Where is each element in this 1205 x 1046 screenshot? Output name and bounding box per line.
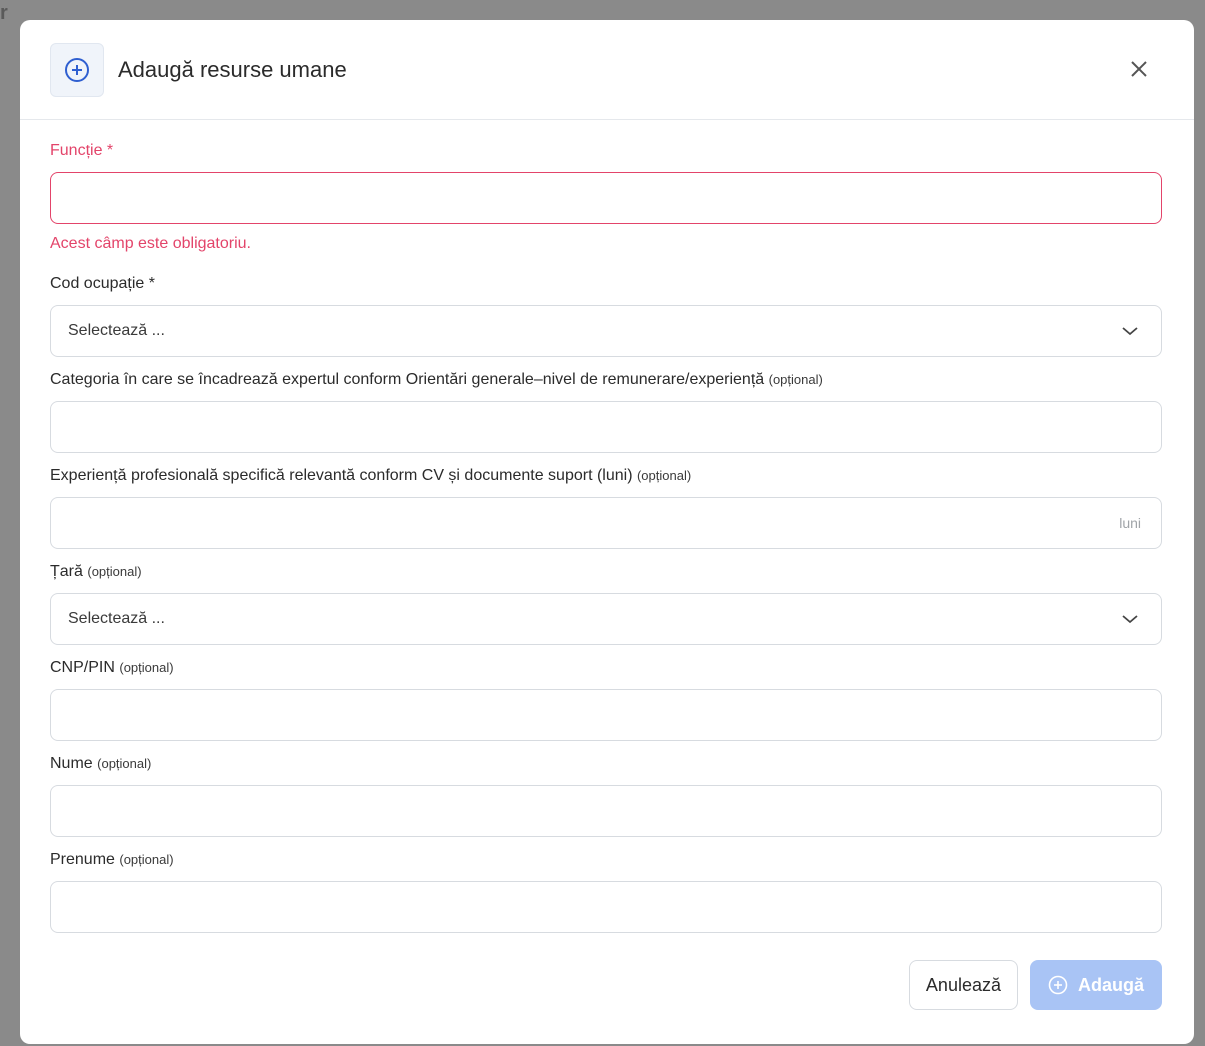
experienta-label-text: Experiență profesională specifică releva… [50,467,633,484]
functie-input[interactable] [50,172,1162,224]
field-categoria: Categoria în care se încadrează expertul… [50,371,1162,453]
cnp-input[interactable] [50,689,1162,741]
cod-ocupatie-value: Selectează ... [68,322,165,339]
functie-label: Funcție * [50,142,114,159]
prenume-input[interactable] [50,881,1162,933]
functie-error-message: Acest câmp este obligatoriu. [50,235,251,252]
categoria-label-text: Categoria în care se încadrează expertul… [50,371,765,388]
field-cnp: CNP/PIN (opțional) [50,659,1162,741]
cancel-button[interactable]: Anulează [908,960,1018,1010]
nume-label-text: Nume [50,755,93,772]
nume-input[interactable] [50,785,1162,837]
add-button[interactable]: Adaugă [1029,960,1162,1010]
prenume-label: Prenume (opțional) [50,851,1162,869]
backdrop-text: r [0,2,8,24]
modal-footer: Anulează Adaugă [908,960,1162,1010]
chevron-down-icon [1122,615,1138,624]
tara-value: Selectează ... [68,610,165,627]
field-experienta: Experiență profesională specifică releva… [50,467,1162,549]
chevron-down-icon [1122,327,1138,336]
modal-title: Adaugă resurse umane [118,56,347,82]
field-nume: Nume (opțional) [50,755,1162,837]
modal-header: Adaugă resurse umane [20,20,1194,120]
nume-optional: (opțional) [97,756,152,771]
cod-ocupatie-select[interactable]: Selectează ... [50,305,1162,357]
modal-body: Funcție * Acest câmp este obligatoriu. C… [20,120,1194,933]
header-icon-box [50,42,104,97]
plus-circle-icon [1048,975,1068,995]
cod-ocupatie-label: Cod ocupație * [50,275,155,292]
close-icon[interactable] [1128,58,1150,80]
experienta-unit-suffix: luni [1119,515,1141,531]
tara-label: Țară (opțional) [50,563,1162,581]
plus-circle-icon [65,57,89,82]
experienta-optional: (opțional) [636,468,692,483]
categoria-input[interactable] [50,401,1162,453]
add-human-resources-modal: Adaugă resurse umane Funcție * Acest câm… [20,20,1194,1044]
cnp-label: CNP/PIN (opțional) [50,659,1162,677]
nume-label: Nume (opțional) [50,755,1162,773]
cnp-optional: (opțional) [119,660,174,675]
categoria-label: Categoria în care se încadrează expertul… [50,371,1162,389]
tara-label-text: Țară [50,563,83,580]
cnp-label-text: CNP/PIN [50,659,115,676]
tara-select[interactable]: Selectează ... [50,593,1162,645]
tara-optional: (opțional) [87,564,142,579]
prenume-label-text: Prenume [50,851,115,868]
experienta-label: Experiență profesională specifică releva… [50,467,1162,485]
field-tara: Țară (opțional) Selectează ... [50,563,1162,645]
experienta-input[interactable]: luni [50,497,1162,549]
add-button-label: Adaugă [1077,974,1144,995]
field-functie: Funcție * Acest câmp este obligatoriu. [50,142,1162,253]
categoria-optional: (opțional) [768,372,823,387]
field-prenume: Prenume (opțional) [50,851,1162,933]
prenume-optional: (opțional) [119,852,174,867]
field-cod-ocupatie: Cod ocupație * Selectează ... [50,275,1162,357]
